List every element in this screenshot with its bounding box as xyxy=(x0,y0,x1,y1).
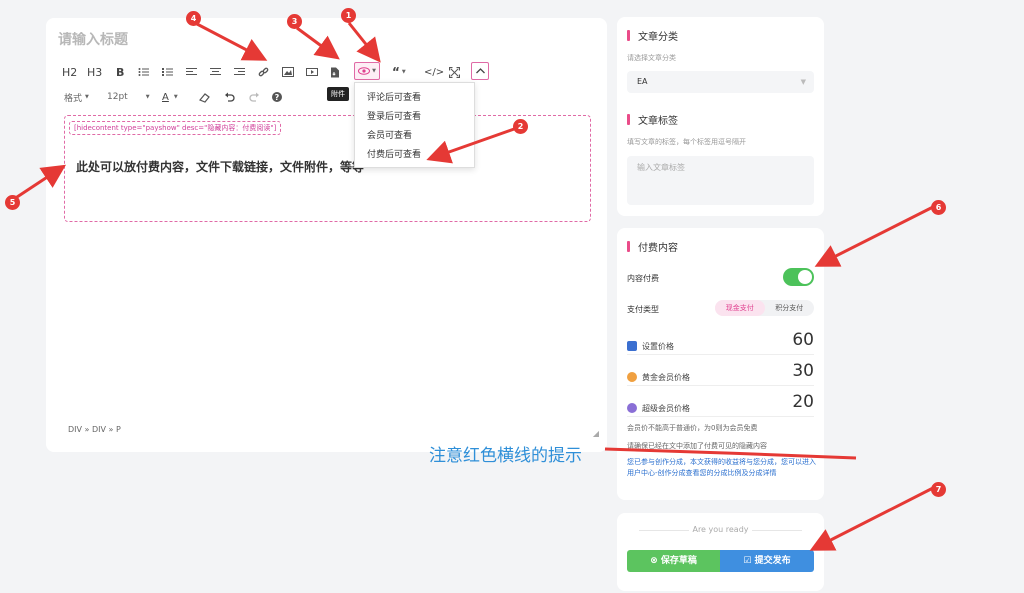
help-icon[interactable]: ? xyxy=(272,88,282,106)
title-input[interactable] xyxy=(58,32,458,48)
align-center-icon[interactable] xyxy=(210,63,221,81)
dropdown-item-member[interactable]: 会员可查看 xyxy=(355,127,474,146)
price-row-normal: 设置价格 60 xyxy=(627,330,814,355)
paid-title: 付费内容 xyxy=(627,239,678,254)
svg-text:?: ? xyxy=(275,93,280,102)
video-icon[interactable] xyxy=(306,63,318,81)
category-tags-panel: 文章分类 请选择文章分类 EA ▼ 文章标签 填写文章的标签，每个标签用逗号隔开 xyxy=(617,17,824,216)
pay-type-switch: 现金支付 积分支付 xyxy=(715,300,814,316)
redo-icon[interactable] xyxy=(249,88,260,106)
chevron-up-icon xyxy=(475,68,485,74)
price-icon xyxy=(627,341,637,351)
arrow-7 xyxy=(809,486,934,551)
save-icon: ⊗ xyxy=(650,556,661,566)
h2-button[interactable]: H2 xyxy=(62,63,77,81)
price-input-normal[interactable]: 60 xyxy=(792,330,814,350)
annotation-text: 注意红色横线的提示 xyxy=(429,446,582,466)
link-icon[interactable] xyxy=(258,63,269,81)
publish-button[interactable]: ☑ 提交发布 xyxy=(720,550,814,572)
divider xyxy=(752,530,802,531)
gold-member-icon xyxy=(627,372,637,382)
dropdown-item-comment[interactable]: 评论后可查看 xyxy=(355,89,474,108)
pay-type-label: 支付类型 xyxy=(627,305,659,314)
category-hint: 请选择文章分类 xyxy=(627,54,676,62)
price-input-super[interactable]: 20 xyxy=(792,392,814,412)
revenue-share-note: 您已参与创作分成，本文获得的收益将与您分成，您可以进入用户中心-创作分成查看您的… xyxy=(627,458,816,477)
fullscreen-icon[interactable] xyxy=(449,63,460,81)
badge-3: 3 xyxy=(287,14,302,29)
h3-button[interactable]: H3 xyxy=(87,63,102,81)
dropdown-item-paid[interactable]: 付费后可查看 xyxy=(355,146,474,165)
badge-7: 7 xyxy=(931,482,946,497)
undo-icon[interactable] xyxy=(224,88,235,106)
collapse-toolbar-button[interactable] xyxy=(471,62,489,80)
font-size-select[interactable]: 12pt ▼ xyxy=(107,88,150,106)
paid-toggle-label: 内容付费 xyxy=(627,274,659,283)
image-icon[interactable] xyxy=(282,63,294,81)
badge-2: 2 xyxy=(513,119,528,134)
align-right-icon[interactable] xyxy=(234,63,245,81)
chevron-down-icon: ▼ xyxy=(800,78,806,86)
pay-option-cash[interactable]: 现金支付 xyxy=(715,300,765,316)
tags-hint: 填写文章的标签，每个标签用逗号隔开 xyxy=(627,138,746,146)
attachment-icon[interactable] xyxy=(330,63,340,81)
bold-button[interactable]: B xyxy=(116,63,124,81)
align-left-icon[interactable] xyxy=(186,63,197,81)
numbered-list-icon[interactable] xyxy=(162,63,173,81)
edit-icon: ☑ xyxy=(743,556,755,566)
hidden-content-text[interactable]: 此处可以放付费内容，文件下载链接，文件附件，等等 xyxy=(76,158,364,175)
save-draft-button[interactable]: ⊗ 保存草稿 xyxy=(627,550,720,572)
code-icon[interactable]: </> xyxy=(424,63,444,81)
hide-content-dropdown: 评论后可查看 登录后可查看 会员可查看 付费后可查看 xyxy=(354,82,475,168)
badge-1: 1 xyxy=(341,8,356,23)
badge-6: 6 xyxy=(931,200,946,215)
font-color-button[interactable]: A ▼ xyxy=(162,88,178,106)
quote-icon[interactable]: “▼ xyxy=(392,63,406,81)
hide-content-button[interactable]: ▼ xyxy=(354,62,380,80)
price-input-gold[interactable]: 30 xyxy=(792,361,814,381)
paid-toggle[interactable] xyxy=(783,268,814,286)
arrow-6 xyxy=(814,205,934,267)
eye-icon xyxy=(358,67,371,75)
dropdown-item-login[interactable]: 登录后可查看 xyxy=(355,108,474,127)
format-select[interactable]: 格式 ▼ xyxy=(64,88,89,106)
editor-panel: H2 H3 B ▼ “▼ </> 格式▼ 12pt▼ A▼ xyxy=(46,18,607,452)
category-title: 文章分类 xyxy=(627,28,678,43)
hidden-content-block[interactable]: [hidecontent type="payshow" desc="隐藏内容：付… xyxy=(64,115,591,222)
category-select[interactable]: EA ▼ xyxy=(627,71,814,93)
member-price-note: 会员价不能高于普通价，为0则为会员免费 xyxy=(627,424,758,432)
badge-4: 4 xyxy=(186,11,201,26)
tags-title: 文章标签 xyxy=(627,112,678,127)
pay-option-points[interactable]: 积分支付 xyxy=(765,300,815,316)
hidden-content-warning: 请确保已经在文中添加了付费可见的隐藏内容 xyxy=(627,442,767,450)
hidden-content-tag: [hidecontent type="payshow" desc="隐藏内容：付… xyxy=(69,121,282,135)
tags-input[interactable] xyxy=(627,156,814,205)
resize-grip-icon[interactable]: ◢ xyxy=(593,429,599,438)
eraser-icon[interactable] xyxy=(199,88,210,106)
badge-5: 5 xyxy=(5,195,20,210)
paid-content-panel: 付费内容 内容付费 支付类型 现金支付 积分支付 设置价格 60 黄金会员价格 … xyxy=(617,228,824,500)
price-row-super: 超级会员价格 20 xyxy=(627,392,814,417)
super-member-icon xyxy=(627,403,637,413)
editor-statusbar: DIV » DIV » P xyxy=(68,425,121,434)
price-row-gold: 黄金会员价格 30 xyxy=(627,361,814,386)
submit-panel: Are you ready ⊗ 保存草稿 ☑ 提交发布 xyxy=(617,513,824,591)
bullet-list-icon[interactable] xyxy=(138,63,149,81)
attachment-tooltip: 附件 xyxy=(327,87,349,101)
